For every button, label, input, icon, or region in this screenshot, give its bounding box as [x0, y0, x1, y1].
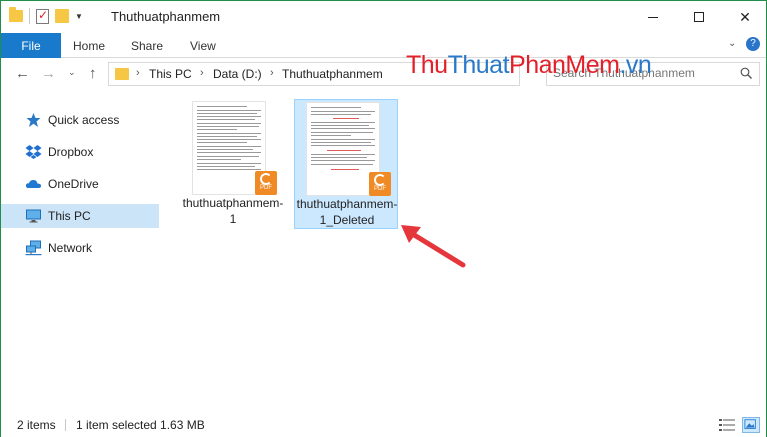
expand-ribbon-chevron-icon[interactable]: ⌄: [728, 38, 736, 49]
annotation-arrow-icon: [401, 225, 466, 268]
large-icons-view-icon[interactable]: [742, 417, 760, 433]
recent-locations-chevron-icon[interactable]: ⌄: [68, 67, 76, 78]
tab-share[interactable]: Share: [131, 33, 163, 58]
sidebar-item-dropbox[interactable]: Dropbox: [1, 140, 159, 164]
cloud-icon: [25, 179, 42, 188]
sidebar-item-onedrive[interactable]: OneDrive: [1, 172, 159, 196]
new-folder-icon[interactable]: [55, 9, 69, 23]
title-bar: ▼ Thuthuatphanmem ✕: [1, 1, 766, 33]
window-title: Thuthuatphanmem: [111, 9, 221, 24]
file-item-thuthuatphanmem-1-deleted[interactable]: PDF thuthuatphanmem-1_Deleted: [294, 99, 398, 229]
star-icon: [26, 113, 41, 127]
breadcrumb-data-drive[interactable]: Data (D:): [213, 67, 262, 81]
network-icon: [25, 240, 42, 256]
help-icon[interactable]: ?: [746, 37, 760, 51]
breadcrumb-this-pc[interactable]: This PC: [149, 67, 192, 81]
breadcrumb-chevron-icon[interactable]: ›: [270, 67, 274, 79]
back-arrow-icon[interactable]: ←: [15, 65, 30, 82]
toolbar-separator: [29, 8, 30, 24]
folder-icon: [115, 68, 129, 80]
sidebar-item-label: Dropbox: [48, 145, 94, 159]
pdf-file-icon: PDF: [255, 171, 277, 195]
breadcrumb-thuthuatphanmem[interactable]: Thuthuatphanmem: [282, 67, 383, 81]
quick-access-toolbar: ▼: [9, 7, 83, 24]
selection-info: 1 item selected 1.63 MB: [76, 418, 205, 432]
search-icon[interactable]: [740, 67, 752, 79]
explorer-window: ▼ Thuthuatphanmem ✕ File Home Share View…: [0, 0, 767, 437]
maximize-button[interactable]: [676, 1, 722, 33]
file-name: thuthuatphanmem-1: [182, 196, 284, 226]
sidebar-item-network[interactable]: Network: [1, 236, 159, 260]
file-name: thuthuatphanmem-1_Deleted: [296, 197, 398, 227]
close-button[interactable]: ✕: [722, 1, 767, 33]
tab-view[interactable]: View: [190, 33, 216, 58]
watermark-part: Thuat: [447, 51, 510, 79]
properties-icon[interactable]: [36, 8, 49, 24]
minimize-icon: [648, 16, 658, 18]
watermark-part: .vn: [619, 51, 652, 79]
customize-toolbar-chevron-icon[interactable]: ▼: [75, 12, 83, 21]
navigation-pane: Quick access Dropbox OneDrive This PC Ne…: [1, 97, 161, 407]
file-item-thuthuatphanmem-1[interactable]: PDF thuthuatphanmem-1: [181, 99, 285, 229]
watermark-part: PhanMem: [509, 51, 620, 79]
watermark-part: Thu: [406, 51, 448, 79]
sidebar-item-this-pc[interactable]: This PC: [1, 204, 159, 228]
sidebar-item-label: Network: [48, 241, 93, 255]
status-bar: 2 items 1 item selected 1.63 MB: [1, 413, 766, 437]
tab-home[interactable]: Home: [73, 33, 105, 58]
sidebar-item-quick-access[interactable]: Quick access: [1, 108, 159, 132]
tab-file[interactable]: File: [1, 33, 61, 58]
watermark-logo: ThuThuatPhanMem.vn: [406, 51, 652, 80]
sidebar-item-label: This PC: [48, 209, 91, 223]
dropbox-icon: [25, 145, 42, 159]
status-separator: [65, 419, 66, 431]
monitor-icon: [26, 209, 41, 223]
sidebar-item-label: Quick access: [48, 113, 120, 127]
maximize-icon: [694, 12, 704, 22]
item-count: 2 items: [17, 418, 56, 432]
details-view-icon[interactable]: [719, 418, 735, 432]
up-arrow-icon[interactable]: ↑: [89, 65, 97, 82]
close-icon: ✕: [739, 8, 751, 25]
sidebar-item-label: OneDrive: [48, 177, 99, 191]
folder-icon: [9, 7, 23, 22]
breadcrumb-chevron-icon[interactable]: ›: [200, 67, 204, 79]
pdf-file-icon: PDF: [369, 172, 391, 196]
breadcrumb-chevron-icon[interactable]: ›: [136, 67, 140, 79]
minimize-button[interactable]: [630, 1, 676, 33]
forward-arrow-icon[interactable]: →: [41, 65, 56, 82]
